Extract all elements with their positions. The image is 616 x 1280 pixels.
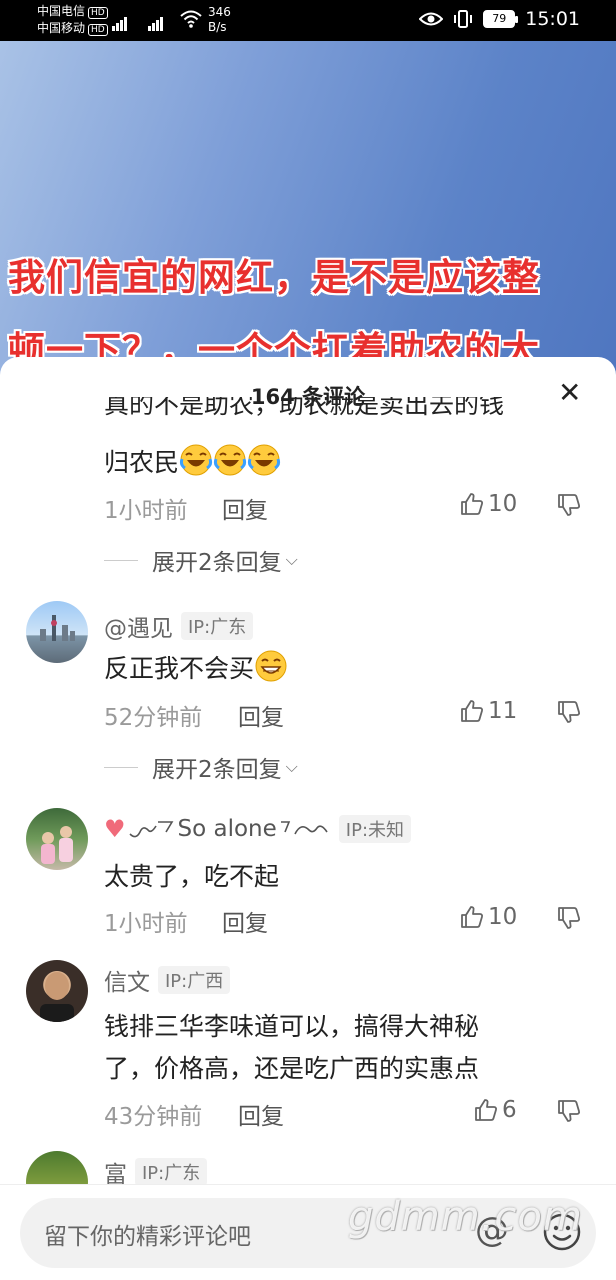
chevron-down-icon: ⌵ (285, 757, 298, 776)
author-name[interactable]: @遇见 (104, 609, 173, 643)
decoration-icon (280, 821, 328, 835)
chevron-down-icon: ⌵ (285, 550, 298, 569)
hd-badge: HD (88, 7, 108, 19)
net-speed: 346 B/s (208, 5, 231, 34)
comment-author: @遇见 IP:广东 (104, 609, 254, 643)
expand-replies-button[interactable]: 展开2条回复 ⌵ (104, 750, 298, 784)
like-button[interactable]: 6 (474, 1097, 517, 1123)
signal-icon (112, 12, 128, 31)
vibrate-icon (454, 10, 473, 28)
signal-icon (148, 12, 164, 31)
divider-line (104, 766, 138, 768)
avatar[interactable] (26, 960, 88, 1022)
video-caption: 我们信宜的网红，是不是应该整 (8, 256, 540, 299)
comment-text: 了，价格高，还是吃广西的实惠点 (104, 1054, 480, 1083)
eye-icon (419, 12, 444, 26)
comment-time: 1小时前 (104, 911, 188, 937)
thumbs-up-icon (461, 700, 484, 722)
laugh-cry-emoji-icon (213, 444, 247, 476)
ip-badge: IP:未知 (338, 815, 412, 843)
like-count: 6 (502, 1097, 517, 1123)
like-button[interactable]: 10 (460, 904, 517, 930)
decoration-icon (128, 821, 173, 838)
comment-time: 52分钟前 (104, 705, 203, 731)
reply-button[interactable]: 回复 (222, 904, 268, 938)
comment-text: 钱排三华李味道可以，搞得大神秘 (104, 1012, 480, 1041)
comment-text: 反正我不会买 (104, 649, 288, 685)
hd-badge: HD (88, 24, 108, 36)
thumbs-down-icon[interactable] (557, 700, 581, 724)
avatar[interactable] (26, 808, 88, 870)
thumbs-up-icon (461, 906, 484, 928)
grin-emoji-icon (255, 650, 287, 682)
battery-icon: 79 (483, 10, 519, 28)
reply-button[interactable]: 回复 (238, 1097, 284, 1131)
like-count: 10 (488, 491, 518, 517)
avatar[interactable] (26, 601, 88, 663)
author-name[interactable]: ♥ So alone (104, 815, 331, 843)
comment-text: 太贵了，吃不起 (104, 862, 280, 891)
divider-line (104, 559, 138, 561)
status-bar: 中国电信 HD 中国移动 HD 346 B/s 79 15:01 (0, 0, 616, 41)
ip-badge: IP:广东 (135, 1158, 208, 1186)
ip-badge: IP:广东 (181, 612, 254, 640)
close-icon[interactable]: ✕ (558, 379, 581, 407)
wifi-icon (180, 10, 202, 28)
comment-sheet: 164 条评论 ✕ 真的不是助农，助农就是卖出去的钱 归农民 1小时前 回复 1… (0, 357, 616, 1280)
heart-icon: ♥ (104, 815, 126, 843)
laugh-cry-emoji-icon (247, 444, 281, 476)
thumbs-down-icon[interactable] (557, 493, 581, 517)
like-button[interactable]: 10 (460, 491, 517, 517)
thumbs-down-icon[interactable] (557, 1099, 581, 1123)
like-count: 11 (488, 698, 518, 724)
comment-text: 归农民 (104, 443, 281, 479)
comment-author: ♥ So alone IP:未知 (104, 815, 412, 843)
comment-time: 43分钟前 (104, 1104, 203, 1130)
carrier-2: 中国移动 (37, 21, 86, 35)
video-background[interactable]: 我们信宜的网红，是不是应该整 顿一下？，一个个扛着助农的大 (0, 41, 616, 381)
author-name[interactable]: 信文 (104, 963, 150, 997)
laugh-cry-emoji-icon (179, 444, 213, 476)
reply-button[interactable]: 回复 (238, 698, 284, 732)
thumbs-up-icon (475, 1099, 498, 1121)
comment-input-placeholder: 留下你的精彩评论吧 (44, 1224, 251, 1250)
expand-replies-button[interactable]: 展开2条回复 ⌵ (104, 543, 298, 577)
carrier-info: 中国电信 HD 中国移动 HD (37, 3, 108, 37)
thumbs-up-icon (461, 493, 484, 515)
thumbs-down-icon[interactable] (557, 906, 581, 930)
watermark: gdmm.com (348, 1194, 583, 1240)
comment-author: 信文 IP:广西 (104, 963, 231, 997)
clock: 15:01 (525, 8, 580, 30)
like-button[interactable]: 11 (460, 698, 517, 724)
reply-button[interactable]: 回复 (222, 491, 268, 525)
carrier-1: 中国电信 (37, 4, 86, 18)
like-count: 10 (488, 904, 518, 930)
comment-time: 1小时前 (104, 498, 188, 524)
ip-badge: IP:广西 (158, 966, 231, 994)
comment-text-partial: 真的不是助农，助农就是卖出去的钱 (104, 397, 505, 419)
